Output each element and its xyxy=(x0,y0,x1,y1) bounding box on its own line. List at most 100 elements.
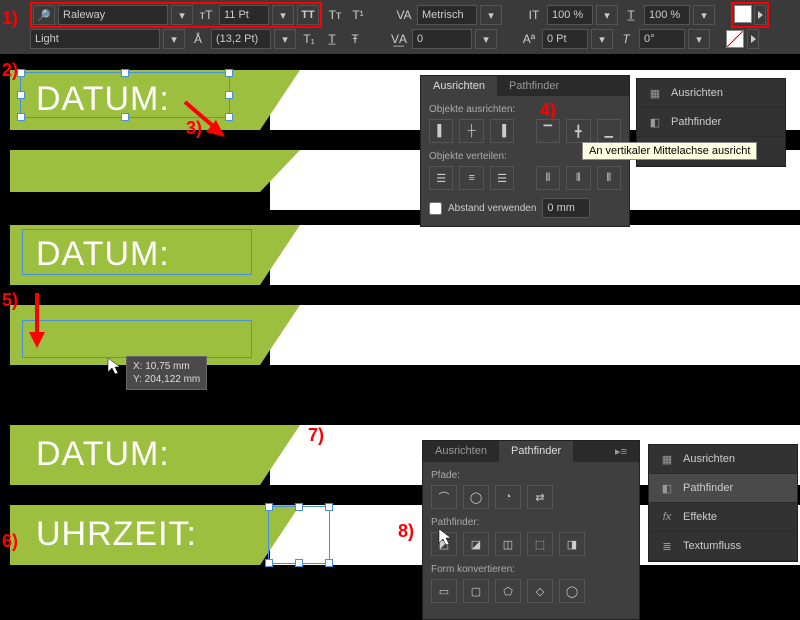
selection-frame-2[interactable] xyxy=(22,229,252,275)
shape-invround-icon[interactable]: ◇ xyxy=(527,579,553,603)
skew-input[interactable] xyxy=(639,29,685,49)
hscale-dropdown[interactable]: ▾ xyxy=(693,5,715,25)
control-panel: 🔎 ▾ тT ▾ TT Tᴛ T¹ VA ▾ IT ▾ T̲ ▾ ▾ Å ▾ xyxy=(0,0,800,54)
stroke-color-flyout[interactable] xyxy=(747,29,759,49)
strikethrough-icon[interactable]: Ŧ xyxy=(345,29,365,49)
font-size-dropdown[interactable]: ▾ xyxy=(272,5,294,25)
panel-menu-icon[interactable]: ▸≡ xyxy=(603,441,639,462)
shape-rect-icon[interactable]: ▭ xyxy=(431,579,457,603)
path-join-icon[interactable]: ⌒ xyxy=(431,485,457,509)
pathfinder-icon: ◧ xyxy=(647,114,663,130)
readout-x: X: 10,75 mm xyxy=(133,360,200,373)
selection-frame-3b[interactable] xyxy=(268,506,330,564)
side-item-align[interactable]: ▦Ausrichten xyxy=(637,79,785,108)
side2-item-pathfinder[interactable]: ◧ Pathfinder xyxy=(649,474,797,503)
font-weight-dropdown[interactable]: ▾ xyxy=(163,29,185,49)
vscale-icon: IT xyxy=(524,5,544,25)
pf-minusback-icon[interactable]: ◨ xyxy=(559,532,585,556)
pf-intersect-icon[interactable]: ◫ xyxy=(495,532,521,556)
subscript-icon[interactable]: T₁ xyxy=(299,29,319,49)
shape-ellipse-icon[interactable]: ◯ xyxy=(559,579,585,603)
skew-icon: T xyxy=(616,29,636,49)
tab-align[interactable]: Ausrichten xyxy=(421,76,497,96)
dist-right-icon[interactable]: ⦀ xyxy=(597,166,621,190)
dist-vcenter-icon[interactable]: ≡ xyxy=(459,166,483,190)
cursor-icon-2 xyxy=(437,527,455,549)
underline-icon[interactable]: T̲ xyxy=(322,29,342,49)
skew-dropdown[interactable]: ▾ xyxy=(688,29,710,49)
side-item-label: Pathfinder xyxy=(683,482,733,494)
fill-color-swatch[interactable] xyxy=(734,5,752,23)
font-family-input[interactable] xyxy=(58,5,168,25)
hscale-input[interactable] xyxy=(644,5,690,25)
shape-bevel-icon[interactable]: ⬠ xyxy=(495,579,521,603)
hscale-icon: T̲ xyxy=(621,5,641,25)
side-item-pathfinder[interactable]: ◧Pathfinder xyxy=(637,108,785,137)
baseline-dropdown[interactable]: ▾ xyxy=(591,29,613,49)
align-bottom-icon[interactable]: ▁ xyxy=(597,119,621,143)
font-size-input[interactable] xyxy=(219,5,269,25)
tab-pathfinder-2[interactable]: Pathfinder xyxy=(499,441,573,462)
tracking-icon: V͟A xyxy=(389,29,409,49)
xy-readout: X: 10,75 mm Y: 204,122 mm xyxy=(126,356,207,390)
selection-frame-2b[interactable] xyxy=(22,320,252,358)
fx-icon: fx xyxy=(659,509,675,525)
align-vcenter-icon[interactable]: ╋ xyxy=(566,119,590,143)
align-left-icon[interactable]: ▌ xyxy=(429,119,453,143)
align-top-icon[interactable]: ▔ xyxy=(536,119,560,143)
readout-y: Y: 204,122 mm xyxy=(133,373,200,386)
small-caps-icon[interactable]: Tᴛ xyxy=(325,5,345,25)
annotation-1: 1) xyxy=(2,8,18,29)
align-right-icon[interactable]: ▐ xyxy=(490,119,514,143)
path-close-icon[interactable]: ◔ xyxy=(495,485,521,509)
white-band-2 xyxy=(270,225,800,285)
tab-pathfinder[interactable]: Pathfinder xyxy=(497,76,571,96)
tracking-dropdown[interactable]: ▾ xyxy=(475,29,497,49)
kerning-dropdown[interactable]: ▾ xyxy=(480,5,502,25)
font-weight-input[interactable] xyxy=(30,29,160,49)
dist-top-icon[interactable]: ☰ xyxy=(429,166,453,190)
baseline-input[interactable] xyxy=(542,29,588,49)
vscale-dropdown[interactable]: ▾ xyxy=(596,5,618,25)
stroke-none-swatch[interactable] xyxy=(726,30,744,48)
shape-roundrect-icon[interactable]: ▢ xyxy=(463,579,489,603)
pathfinder-icon: ◧ xyxy=(659,480,675,496)
align-icon: ▦ xyxy=(659,451,675,467)
green-shape-1b[interactable] xyxy=(10,150,300,192)
path-open-icon[interactable]: ◯ xyxy=(463,485,489,509)
superscript-icon[interactable]: T¹ xyxy=(348,5,368,25)
cursor-icon xyxy=(106,356,122,376)
tracking-input[interactable] xyxy=(412,29,472,49)
all-caps-button[interactable]: TT xyxy=(297,5,319,25)
pf-subtract-icon[interactable]: ◪ xyxy=(463,532,489,556)
dist-left-icon[interactable]: ⦀ xyxy=(536,166,560,190)
side-item-label: Textumfluss xyxy=(683,540,741,552)
dist-bottom-icon[interactable]: ☰ xyxy=(490,166,514,190)
text-datum-3[interactable]: DATUM: xyxy=(36,435,170,474)
spacing-input[interactable] xyxy=(542,198,590,218)
font-search-icon[interactable]: 🔎 xyxy=(33,5,55,25)
dist-hcenter-icon[interactable]: ⦀ xyxy=(566,166,590,190)
kerning-icon: VA xyxy=(394,5,414,25)
pf-exclude-icon[interactable]: ⬚ xyxy=(527,532,553,556)
annotation-8: 8) xyxy=(398,521,414,542)
fill-color-flyout[interactable] xyxy=(754,5,766,25)
label-pathfinder: Pathfinder: xyxy=(431,517,631,528)
kerning-input[interactable] xyxy=(417,5,477,25)
text-uhrzeit[interactable]: UHRZEIT: xyxy=(36,515,197,554)
leading-dropdown[interactable]: ▾ xyxy=(274,29,296,49)
annotation-4: 4) xyxy=(540,100,556,121)
use-spacing-checkbox[interactable] xyxy=(429,202,442,215)
side2-item-align[interactable]: ▦Ausrichten xyxy=(649,445,797,474)
arrow-5 xyxy=(25,288,55,353)
leading-input[interactable] xyxy=(211,29,271,49)
vscale-input[interactable] xyxy=(547,5,593,25)
align-hcenter-icon[interactable]: ┼ xyxy=(459,119,483,143)
side2-item-effects[interactable]: fxEffekte xyxy=(649,503,797,532)
font-family-dropdown[interactable]: ▾ xyxy=(171,5,193,25)
align-icon: ▦ xyxy=(647,85,663,101)
textwrap-icon: ≣ xyxy=(659,538,675,554)
side2-item-textwrap[interactable]: ≣ Textumfluss xyxy=(649,532,797,561)
path-reverse-icon[interactable]: ⇄ xyxy=(527,485,553,509)
tab-align-2[interactable]: Ausrichten xyxy=(423,441,499,462)
